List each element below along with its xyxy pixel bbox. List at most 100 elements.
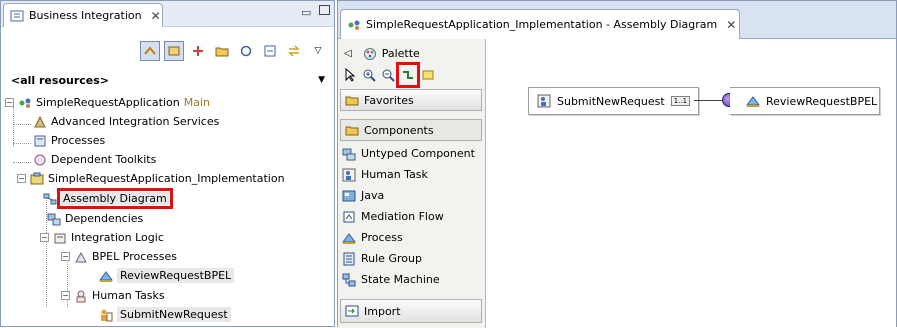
drawer-components[interactable]: Components	[340, 119, 482, 141]
assembly-diagram-icon	[43, 192, 57, 206]
zoom-in-icon[interactable]	[361, 65, 377, 85]
tab-assembly-diagram[interactable]: SimpleRequestApplication_Implementation …	[340, 9, 740, 39]
drawer-label: Favorites	[364, 93, 414, 107]
project-icon	[18, 96, 32, 110]
state-machine-icon	[342, 273, 356, 287]
palette-item-human-task[interactable]: Human Task	[342, 164, 428, 185]
drawer-label: Import	[364, 304, 401, 318]
collapse-toggle-icon[interactable]: −	[5, 98, 14, 107]
integration-logic-icon	[53, 231, 67, 245]
refresh-icon[interactable]	[236, 41, 256, 61]
human-tasks-folder-icon	[74, 289, 88, 303]
drawer-import[interactable]: Import	[340, 299, 482, 323]
filter-label: <all resources>	[11, 73, 110, 87]
tree-item-advanced-integration-services[interactable]: Advanced Integration Services	[33, 112, 219, 131]
bpel-folder-icon	[74, 250, 88, 264]
tree-root-suffix: Main	[183, 96, 210, 109]
sync-icon[interactable]	[284, 41, 304, 61]
tree-item-human-tasks[interactable]: − Human Tasks	[61, 286, 165, 305]
mediation-flow-icon	[342, 210, 356, 224]
editor-tab-bar: SimpleRequestApplication_Implementation …	[338, 1, 896, 39]
folder-open-icon	[345, 123, 359, 137]
resource-filter[interactable]: <all resources> ▼	[5, 69, 331, 91]
processes-icon	[33, 134, 47, 148]
project-tree: − SimpleRequestApplication Main Advanced…	[3, 93, 333, 325]
rule-group-icon	[342, 252, 356, 266]
palette-item-java[interactable]: Java	[342, 185, 384, 206]
folder-open-icon	[345, 93, 359, 107]
palette-icon	[363, 47, 377, 61]
tree-item-label: ReviewRequestBPEL	[117, 268, 235, 283]
toolkit-icon	[33, 153, 47, 167]
drawer-favorites[interactable]: Favorites	[340, 89, 482, 111]
services-icon	[33, 115, 47, 129]
palette-item-label: Rule Group	[361, 252, 422, 265]
grid-view-icon[interactable]	[188, 41, 208, 61]
palette-header[interactable]: ◁ Palette	[344, 43, 420, 64]
tab-business-integration[interactable]: Business Integration ✕	[3, 3, 163, 27]
tree-item-assembly-diagram[interactable]: Assembly Diagram	[43, 188, 173, 209]
palette-item-process[interactable]: Process	[342, 227, 403, 248]
palette-item-label: Untyped Component	[361, 147, 475, 160]
minimize-icon[interactable]: ▭	[301, 6, 311, 19]
maximize-icon[interactable]	[319, 5, 330, 15]
view-toolbar: ▽	[1, 39, 334, 63]
collapse-toggle-icon[interactable]: −	[40, 233, 49, 242]
assembly-diagram-icon	[347, 18, 361, 32]
tree-item-label: Human Tasks	[92, 289, 165, 302]
untyped-component-icon	[342, 147, 356, 161]
tree-item-label: Processes	[51, 134, 106, 147]
collapse-all-icon[interactable]	[260, 41, 280, 61]
close-icon[interactable]: ✕	[726, 18, 736, 32]
tree-item-dependent-toolkits[interactable]: Dependent Toolkits	[33, 150, 156, 169]
collapse-toggle-icon[interactable]: −	[17, 174, 26, 183]
view-menu-icon[interactable]: ▽	[308, 41, 328, 61]
select-tool-icon[interactable]	[342, 65, 358, 85]
show-files-icon[interactable]	[164, 41, 184, 61]
component-reviewrequestbpel[interactable]: ReviewRequestBPEL	[730, 87, 880, 115]
link-editor-icon[interactable]	[140, 41, 160, 61]
module-icon	[30, 172, 44, 186]
tree-item-dependencies[interactable]: Dependencies	[47, 209, 143, 228]
component-submitnewrequest[interactable]: SubmitNewRequest 1..1	[528, 87, 700, 115]
tree-item-submitnewrequest[interactable]: SubmitNewRequest	[99, 305, 231, 324]
tree-item-reviewrequestbpel[interactable]: ReviewRequestBPEL	[99, 266, 235, 285]
business-integration-view: Business Integration ✕ ▭ ▽ <all resource…	[0, 0, 335, 327]
tree-item-bpel-processes[interactable]: − BPEL Processes	[61, 247, 177, 266]
collapse-palette-icon[interactable]: ◁	[344, 48, 352, 59]
wire-tool-icon[interactable]	[396, 62, 420, 88]
folder-icon[interactable]	[212, 41, 232, 61]
tree-root[interactable]: − SimpleRequestApplication Main	[5, 93, 210, 112]
business-integration-icon	[10, 9, 24, 23]
tree-item-label: Assembly Diagram	[57, 188, 173, 209]
reference-badge[interactable]: 1..1	[670, 96, 691, 106]
dependencies-icon	[47, 212, 61, 226]
tree-item-integration-logic[interactable]: − Integration Logic	[40, 228, 164, 247]
human-task-icon	[99, 308, 113, 322]
zoom-out-icon[interactable]	[380, 65, 396, 85]
node-label: ReviewRequestBPEL	[766, 94, 878, 108]
diagram-canvas[interactable]: SubmitNewRequest 1..1 ReviewRequestBPEL	[486, 39, 896, 328]
palette-item-state-machine[interactable]: State Machine	[342, 269, 440, 290]
node-label: SubmitNewRequest	[557, 94, 665, 108]
close-icon[interactable]: ✕	[151, 9, 161, 23]
palette-item-untyped-component[interactable]: Untyped Component	[342, 143, 475, 164]
palette-title: Palette	[381, 47, 420, 60]
tree-item-label: Dependent Toolkits	[51, 153, 157, 166]
tree-item-label: BPEL Processes	[92, 250, 177, 263]
collapse-toggle-icon[interactable]: −	[61, 291, 70, 300]
tree-item-implementation[interactable]: − SimpleRequestApplication_Implementatio…	[17, 169, 285, 188]
palette-item-rule-group[interactable]: Rule Group	[342, 248, 422, 269]
tree-item-label: Integration Logic	[71, 231, 164, 244]
tree-item-processes[interactable]: Processes	[33, 131, 105, 150]
bpel-process-icon	[746, 94, 760, 108]
java-icon	[342, 189, 356, 203]
wire[interactable]	[694, 100, 722, 101]
tree-item-label: Dependencies	[65, 212, 144, 225]
drawer-label: Components	[364, 123, 434, 137]
human-task-icon	[537, 94, 551, 108]
collapse-toggle-icon[interactable]: −	[61, 252, 70, 261]
palette-item-mediation-flow[interactable]: Mediation Flow	[342, 206, 444, 227]
note-tool-icon[interactable]	[420, 65, 436, 85]
palette-item-label: State Machine	[361, 273, 440, 286]
